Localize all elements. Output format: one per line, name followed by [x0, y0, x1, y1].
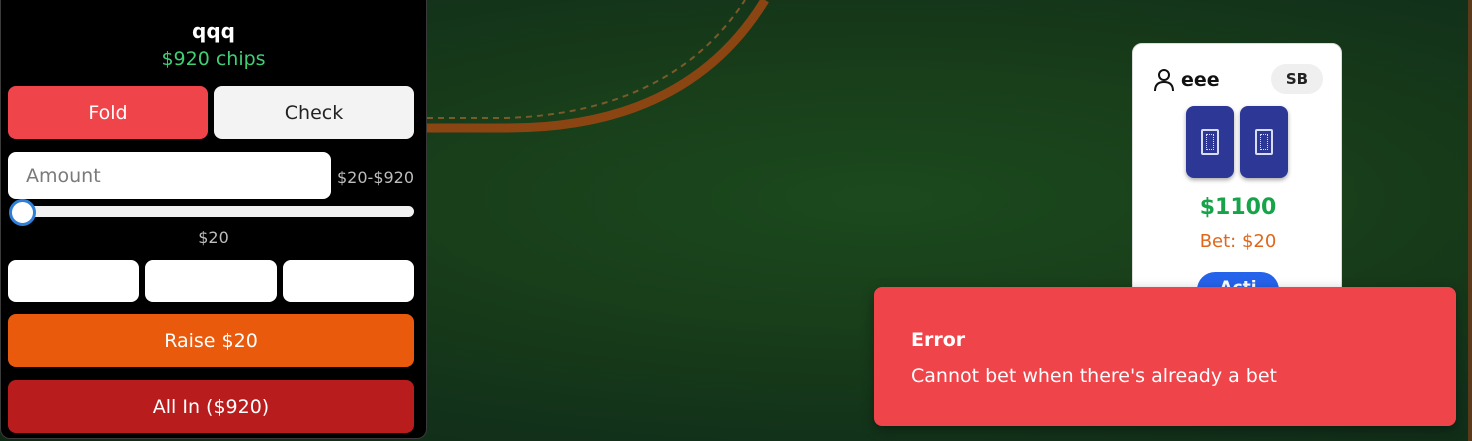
- table-rail: [427, 0, 769, 133]
- preset-button-3[interactable]: [283, 260, 414, 302]
- bet-range-label: $20-$920: [337, 168, 415, 187]
- opponent-stack: $1100: [1199, 195, 1277, 220]
- check-button[interactable]: Check: [214, 86, 414, 139]
- bet-slider-thumb[interactable]: [9, 199, 36, 226]
- card-back-icon: [1201, 129, 1219, 155]
- player-chips: $920 chips: [161, 48, 266, 70]
- toast-title: Error: [911, 329, 966, 351]
- error-toast[interactable]: Error Cannot bet when there's already a …: [874, 287, 1456, 426]
- card-back: [1240, 106, 1288, 178]
- bet-slider[interactable]: [10, 206, 414, 217]
- opponent-name: eee: [1181, 69, 1220, 91]
- position-badge: SB: [1271, 64, 1323, 94]
- preset-button-2[interactable]: [145, 260, 277, 302]
- toast-message: Cannot bet when there's already a bet: [911, 365, 1278, 387]
- opponent-bet: Bet: $20: [1199, 231, 1277, 252]
- all-in-button[interactable]: All In ($920): [8, 380, 414, 433]
- player-name: qqq: [192, 19, 235, 43]
- bet-slider-value: $20: [198, 228, 229, 247]
- raise-button[interactable]: Raise $20: [8, 314, 414, 367]
- user-icon: [1154, 69, 1174, 92]
- bet-amount-input[interactable]: [8, 152, 331, 199]
- fold-button[interactable]: Fold: [8, 86, 208, 139]
- preset-button-1[interactable]: [8, 260, 139, 302]
- table-edge: [1468, 0, 1472, 441]
- card-back: [1186, 106, 1234, 178]
- card-back-icon: [1255, 129, 1273, 155]
- opponent-seat: eee SB $1100 Bet: $20 Acti: [1132, 43, 1342, 303]
